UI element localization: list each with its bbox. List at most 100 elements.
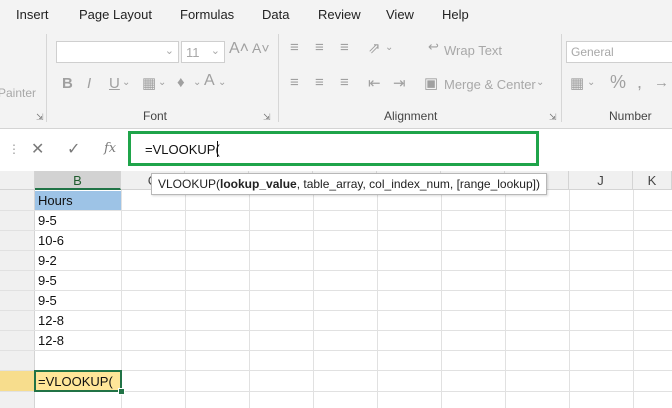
gridline <box>313 190 314 408</box>
wrap-text-button[interactable]: Wrap Text <box>444 43 502 58</box>
grow-font-icon[interactable]: A˄ <box>229 40 249 58</box>
align-right-icon[interactable]: ≡ <box>340 74 349 91</box>
cell-b-value[interactable]: 9-5 <box>38 293 57 308</box>
cancel-button[interactable]: ✕ <box>31 139 44 159</box>
cell-b-value[interactable]: 12-8 <box>38 333 64 348</box>
tab-view[interactable]: View <box>386 7 414 22</box>
enter-button[interactable]: ✓ <box>67 139 80 159</box>
formula-text: =VLOOKUP( <box>145 142 220 157</box>
gridline <box>0 330 672 331</box>
group-separator <box>561 34 562 122</box>
merge-center-button[interactable]: Merge & Center <box>444 77 536 92</box>
number-group-label: Number <box>609 109 652 123</box>
cell-text: Hours <box>38 193 73 208</box>
gridline <box>0 350 672 351</box>
alignment-launcher-icon[interactable]: ⇲ <box>549 112 557 123</box>
chevron-down-icon[interactable]: ⌄ <box>218 77 226 88</box>
number-format-value: General <box>571 45 614 59</box>
formula-bar: ⋮ ✕ ✓ fx =VLOOKUP( <box>0 129 672 171</box>
column-header-b[interactable]: B <box>35 171 121 190</box>
font-color-icon[interactable]: A <box>204 72 215 90</box>
column-header-j[interactable]: J <box>569 171 633 190</box>
tab-formulas[interactable]: Formulas <box>180 7 234 22</box>
chevron-down-icon[interactable]: ⌄ <box>587 77 595 88</box>
fill-handle[interactable] <box>118 388 125 395</box>
cell-b-value[interactable]: 12-8 <box>38 313 64 328</box>
text-caret <box>217 141 218 157</box>
fill-color-icon[interactable]: ♦ <box>177 74 185 91</box>
wrap-text-icon[interactable]: ↩ <box>428 39 439 55</box>
increase-indent-icon[interactable]: ⇥ <box>393 74 406 92</box>
gridline <box>0 270 672 271</box>
shrink-font-icon[interactable]: A˅ <box>252 40 270 56</box>
gridline <box>0 210 672 211</box>
ribbon: Painter ⇲ ⌄ 11 ⌄ A˄ A˅ B I U ⌄ ▦ ⌄ ♦ ⌄ A… <box>0 30 672 129</box>
gridline <box>0 310 672 311</box>
gridline <box>377 190 378 408</box>
tab-review[interactable]: Review <box>318 7 361 22</box>
cell-b-header[interactable]: Hours <box>35 191 121 210</box>
alignment-group-label: Alignment <box>384 109 438 123</box>
align-left-icon[interactable]: ≡ <box>290 74 299 91</box>
spreadsheet-grid[interactable]: B C D E F G H J K Hours 9-5 10-6 9-2 9-5… <box>0 171 672 408</box>
font-size-select[interactable]: 11 ⌄ <box>181 41 225 63</box>
chevron-down-icon[interactable]: ⌄ <box>122 77 130 88</box>
font-name-select[interactable]: ⌄ <box>56 41 179 63</box>
align-middle-icon[interactable]: ≡ <box>315 39 324 56</box>
increase-decimal-icon[interactable]: → <box>654 74 669 91</box>
font-group-label: Font <box>143 109 168 123</box>
gridline <box>441 190 442 408</box>
comma-style-button[interactable]: , <box>637 72 642 93</box>
align-center-icon[interactable]: ≡ <box>315 74 324 91</box>
gridline <box>505 190 506 408</box>
decrease-indent-icon[interactable]: ⇤ <box>368 74 381 92</box>
tooltip-remaining-arguments: , table_array, col_index_num, [range_loo… <box>296 177 540 191</box>
chevron-down-icon: ⌄ <box>210 45 220 57</box>
insert-function-button[interactable]: fx <box>104 141 116 156</box>
active-cell[interactable]: =VLOOKUP( <box>34 370 122 392</box>
cell-b-value[interactable]: 9-5 <box>38 273 57 288</box>
font-size-value: 11 <box>186 45 200 60</box>
gridline <box>0 250 672 251</box>
align-top-icon[interactable]: ≡ <box>290 39 299 56</box>
tab-page-layout[interactable]: Page Layout <box>79 7 152 22</box>
tooltip-current-argument[interactable]: lookup_value <box>220 177 297 191</box>
chevron-down-icon[interactable]: ⌄ <box>158 77 166 88</box>
merge-center-icon[interactable]: ▣ <box>424 74 438 92</box>
chevron-down-icon: ⌄ <box>164 45 174 57</box>
font-launcher-icon[interactable]: ⇲ <box>263 112 271 123</box>
tab-help[interactable]: Help <box>442 7 469 22</box>
function-tooltip: VLOOKUP(lookup_value, table_array, col_i… <box>151 173 547 195</box>
gridline <box>633 190 634 408</box>
format-painter-label[interactable]: Painter <box>0 86 36 100</box>
chevron-down-icon[interactable]: ⌄ <box>536 77 544 88</box>
formula-input[interactable]: =VLOOKUP( <box>128 131 539 166</box>
percent-style-button[interactable]: % <box>610 72 626 93</box>
clipboard-launcher-icon[interactable]: ⇲ <box>36 112 44 123</box>
tab-data[interactable]: Data <box>262 7 289 22</box>
group-separator <box>46 34 47 122</box>
group-separator <box>278 34 279 122</box>
chevron-down-icon[interactable]: ⌄ <box>193 77 201 88</box>
underline-button[interactable]: U <box>109 75 120 92</box>
cell-b-value[interactable]: 10-6 <box>38 233 64 248</box>
accounting-format-icon[interactable]: ▦ <box>570 74 584 92</box>
align-bottom-icon[interactable]: ≡ <box>340 39 349 56</box>
gridline <box>0 230 672 231</box>
column-header-k[interactable]: K <box>633 171 672 190</box>
number-format-select[interactable]: General <box>566 41 672 63</box>
tab-insert[interactable]: Insert <box>16 7 49 22</box>
cell-b-value[interactable]: 9-2 <box>38 253 57 268</box>
ribbon-tabs: Insert Page Layout Formulas Data Review … <box>0 0 672 30</box>
corner-select-all[interactable] <box>0 171 35 190</box>
row-header-active[interactable] <box>0 371 34 391</box>
gridline <box>185 190 186 408</box>
active-cell-text: =VLOOKUP( <box>38 374 113 389</box>
more-dots-icon: ⋮ <box>8 142 20 156</box>
bold-button[interactable]: B <box>62 75 73 92</box>
chevron-down-icon[interactable]: ⌄ <box>385 42 393 53</box>
cell-b-value[interactable]: 9-5 <box>38 213 57 228</box>
orientation-icon[interactable]: ⇗ <box>368 39 381 57</box>
italic-button[interactable]: I <box>87 75 91 92</box>
borders-icon[interactable]: ▦ <box>142 74 156 92</box>
